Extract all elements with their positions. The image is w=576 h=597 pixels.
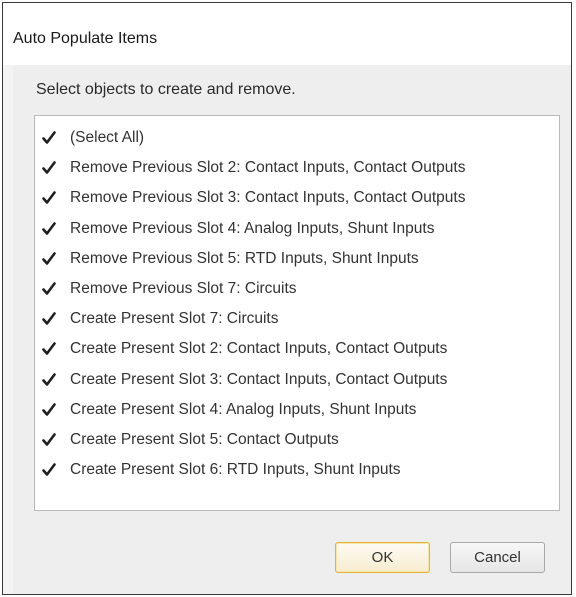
list-item[interactable]: Create Present Slot 2: Contact Inputs, C… [35, 335, 559, 365]
item-label: Create Present Slot 5: Contact Outputs [70, 431, 339, 448]
list-item[interactable]: Create Present Slot 4: Analog Inputs, Sh… [35, 396, 559, 426]
checkbox[interactable] [42, 402, 56, 417]
checkmark-icon [42, 251, 56, 265]
item-label: Remove Previous Slot 3: Contact Inputs, … [70, 189, 466, 207]
title-bar[interactable]: Auto Populate Items [3, 3, 571, 65]
list-item[interactable]: Create Present Slot 5: Contact Outputs [35, 426, 559, 456]
item-label: Create Present Slot 6: RTD Inputs, Shunt… [70, 461, 401, 479]
list-item[interactable]: Remove Previous Slot 4: Analog Inputs, S… [35, 215, 559, 245]
instruction-text: Select objects to create and remove. [36, 81, 296, 98]
checkmark-icon [42, 402, 56, 416]
checkbox[interactable] [42, 372, 56, 387]
left-edge-strip [3, 65, 13, 594]
checkmark-icon [42, 312, 56, 325]
checkbox-list[interactable]: (Select All) Remove Previous Slot 2: Cont… [34, 115, 560, 511]
item-label: Remove Previous Slot 7: Circuits [70, 280, 297, 297]
dialog-body: Select objects to create and remove. (Se… [3, 65, 571, 594]
list-item[interactable]: Create Present Slot 3: Contact Inputs, C… [35, 366, 559, 396]
checkmark-icon [42, 372, 56, 386]
select-all-item[interactable]: (Select All) [35, 124, 559, 154]
item-label: Create Present Slot 2: Contact Inputs, C… [70, 340, 448, 358]
checkbox[interactable] [42, 282, 56, 296]
list-item[interactable]: Create Present Slot 7: Circuits [35, 305, 559, 335]
cancel-button[interactable]: Cancel [450, 542, 545, 573]
dialog-title: Auto Populate Items [13, 30, 158, 47]
checkmark-icon [42, 282, 56, 295]
item-label: Create Present Slot 3: Contact Inputs, C… [70, 370, 448, 388]
checkmark-icon [42, 131, 56, 144]
list-item[interactable]: Create Present Slot 6: RTD Inputs, Shunt… [35, 456, 559, 486]
checkbox[interactable] [42, 161, 56, 175]
list-item[interactable]: Remove Previous Slot 7: Circuits [35, 275, 559, 305]
item-label: Remove Previous Slot 2: Contact Inputs, … [70, 159, 466, 177]
checkmark-icon [42, 221, 56, 235]
item-label: (Select All) [70, 129, 145, 146]
checkmark-icon [42, 463, 56, 476]
item-label: Remove Previous Slot 4: Analog Inputs, S… [70, 219, 435, 237]
checkbox[interactable] [42, 251, 56, 266]
checkmark-icon [42, 342, 56, 356]
checkbox[interactable] [42, 433, 56, 447]
item-label: Remove Previous Slot 5: RTD Inputs, Shun… [70, 249, 419, 267]
checkbox[interactable] [42, 463, 56, 477]
ok-button[interactable]: OK [335, 542, 430, 573]
checkmark-icon [42, 191, 56, 205]
checkbox[interactable] [42, 342, 56, 356]
list-item[interactable]: Remove Previous Slot 2: Contact Inputs, … [35, 154, 559, 184]
checkbox[interactable] [42, 221, 56, 236]
checkbox[interactable] [42, 312, 56, 326]
checkmark-icon [42, 161, 56, 174]
auto-populate-dialog: Auto Populate Items Select objects to cr… [2, 2, 572, 595]
item-label: Create Present Slot 7: Circuits [70, 310, 279, 328]
checkbox[interactable] [42, 191, 56, 205]
list-item[interactable]: Remove Previous Slot 3: Contact Inputs, … [35, 184, 559, 214]
checkbox[interactable] [42, 131, 56, 145]
checkmark-icon [42, 433, 56, 446]
item-label: Create Present Slot 4: Analog Inputs, Sh… [70, 400, 417, 418]
list-item[interactable]: Remove Previous Slot 5: RTD Inputs, Shun… [35, 245, 559, 275]
